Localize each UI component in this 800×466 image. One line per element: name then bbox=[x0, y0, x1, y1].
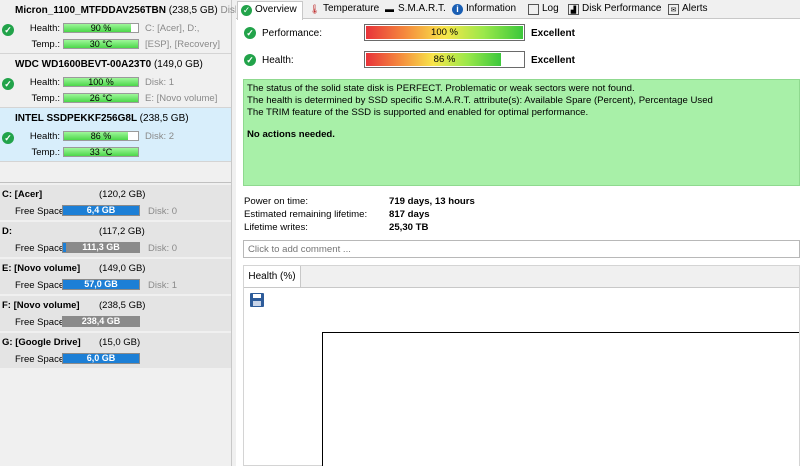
volume-size: (120,2 GB) bbox=[99, 189, 146, 200]
status-line: The health is determined by SSD specific… bbox=[247, 95, 713, 106]
drive-letters: E: [Novo volume] bbox=[145, 93, 218, 104]
smart-icon: ▬ bbox=[385, 4, 394, 14]
disk-item[interactable]: Micron_1100_MTFDDAV256TBN (238,5 GB) Dis… bbox=[0, 0, 251, 54]
power-on-value: 719 days, 13 hours bbox=[389, 196, 475, 207]
check-circle-icon: ✓ bbox=[241, 5, 252, 16]
volume-disk: Disk: 1 bbox=[148, 280, 178, 291]
health-bar: 86 % bbox=[364, 51, 525, 68]
volume-name: G: [Google Drive] bbox=[2, 337, 81, 348]
thermometer-icon: 🌡 bbox=[309, 4, 321, 14]
ok-check-icon: ✓ bbox=[2, 78, 14, 90]
volume-size: (117,2 GB) bbox=[99, 226, 145, 237]
disk-item-selected[interactable]: INTEL SSDPEKKF256G8L (238,5 GB) ✓ Health… bbox=[0, 108, 231, 162]
health-label: Health: bbox=[29, 23, 60, 34]
volume-disk: Disk: 0 bbox=[148, 206, 178, 217]
temp-bar: 30 °C bbox=[63, 39, 139, 49]
free-space-bar: 57,0 GB bbox=[62, 279, 140, 290]
temp-label: Temp.: bbox=[31, 39, 60, 50]
health-label: Health: bbox=[262, 55, 294, 66]
power-on-label: Power on time: bbox=[244, 196, 308, 207]
health-bar: 86 % bbox=[63, 131, 139, 141]
tab-alerts[interactable]: ✉ Alerts bbox=[665, 1, 708, 19]
volume-name: D: bbox=[2, 226, 13, 237]
free-space-bar: 6,0 GB bbox=[62, 353, 140, 364]
tab-temperature[interactable]: 🌡 Temperature bbox=[306, 1, 379, 19]
status-line: The status of the solid state disk is PE… bbox=[247, 83, 635, 94]
comment-input[interactable] bbox=[243, 240, 800, 258]
temp-label: Temp.: bbox=[31, 147, 60, 158]
health-bar: 90 % bbox=[63, 23, 139, 33]
volume-name: C: [Acer] bbox=[2, 189, 43, 200]
disk-number: Disk: 1 bbox=[145, 77, 175, 88]
performance-label: Performance: bbox=[262, 28, 323, 39]
tab-health-chart[interactable]: Health (%) bbox=[244, 266, 301, 287]
disk-title: Micron_1100_MTFDDAV256TBN (238,5 GB) Dis… bbox=[15, 5, 251, 16]
health-label: Health: bbox=[29, 77, 60, 88]
free-space-label: Free Space bbox=[15, 317, 65, 328]
free-space-label: Free Space bbox=[15, 243, 65, 254]
volume-name: F: [Novo volume] bbox=[2, 300, 80, 311]
ok-check-icon: ✓ bbox=[2, 132, 14, 144]
volume-size: (238,5 GB) bbox=[99, 300, 146, 311]
info-icon: i bbox=[452, 4, 463, 15]
disk-item[interactable]: WDC WD1600BEVT-00A23T0 (149,0 GB) ✓ Heal… bbox=[0, 54, 231, 108]
volume-names: [ESP], [Recovery] bbox=[145, 39, 220, 50]
performance-bar: 100 % bbox=[364, 24, 525, 41]
health-label: Health: bbox=[29, 131, 60, 142]
free-space-bar: 111,3 GB bbox=[62, 242, 140, 253]
tab-disk-performance[interactable]: ▟ Disk Performance bbox=[565, 1, 661, 19]
health-ok-icon: ✓ bbox=[244, 54, 256, 66]
lifetime-writes-value: 25,30 TB bbox=[389, 222, 429, 233]
disk-title: INTEL SSDPEKKF256G8L (238,5 GB) bbox=[15, 113, 189, 124]
health-status: Excellent bbox=[531, 55, 575, 66]
free-space-bar: 238,4 GB bbox=[62, 316, 140, 327]
volume-name: E: [Novo volume] bbox=[2, 263, 81, 274]
tab-log[interactable]: Log bbox=[525, 1, 559, 19]
free-space-bar: 6,4 GB bbox=[62, 205, 140, 216]
chart-body bbox=[244, 287, 799, 466]
volume-item[interactable]: D: (117,2 GB) Free Space 111,3 GB Disk: … bbox=[0, 222, 231, 258]
ok-check-icon: ✓ bbox=[2, 24, 14, 36]
log-icon bbox=[528, 4, 539, 15]
volume-item[interactable]: G: [Google Drive] (15,0 GB) Free Space 6… bbox=[0, 333, 231, 369]
disk-number: Disk: 2 bbox=[145, 131, 175, 142]
performance-status: Excellent bbox=[531, 28, 575, 39]
remaining-lifetime-label: Estimated remaining lifetime: bbox=[244, 209, 368, 220]
disk-list-panel: Micron_1100_MTFDDAV256TBN (238,5 GB) Dis… bbox=[0, 0, 251, 466]
tab-information[interactable]: i Information bbox=[449, 1, 516, 19]
volume-size: (149,0 GB) bbox=[99, 263, 146, 274]
free-space-label: Free Space bbox=[15, 206, 65, 217]
drive-letters: C: [Acer], D:, bbox=[145, 23, 200, 34]
health-bar: 100 % bbox=[63, 77, 139, 87]
performance-ok-icon: ✓ bbox=[244, 27, 256, 39]
temp-bar: 33 °C bbox=[63, 147, 139, 157]
volume-item[interactable]: C: [Acer] (120,2 GB) Free Space 6,4 GB D… bbox=[0, 185, 231, 221]
details-panel: ✓ Overview 🌡 Temperature ▬ S.M.A.R.T. i Info… bbox=[236, 0, 800, 466]
save-icon[interactable] bbox=[250, 293, 264, 307]
alerts-icon: ✉ bbox=[668, 4, 679, 15]
free-space-label: Free Space bbox=[15, 280, 65, 291]
status-description: The status of the solid state disk is PE… bbox=[243, 79, 800, 186]
lifetime-writes-label: Lifetime writes: bbox=[244, 222, 308, 233]
volume-item[interactable]: F: [Novo volume] (238,5 GB) Free Space 2… bbox=[0, 296, 231, 332]
panel-divider bbox=[0, 182, 231, 183]
volume-item[interactable]: E: [Novo volume] (149,0 GB) Free Space 5… bbox=[0, 259, 231, 295]
temp-bar: 26 °C bbox=[63, 93, 139, 103]
tab-bar: ✓ Overview 🌡 Temperature ▬ S.M.A.R.T. i Info… bbox=[236, 0, 800, 20]
remaining-lifetime-value: 817 days bbox=[389, 209, 430, 220]
free-space-label: Free Space bbox=[15, 354, 65, 365]
temp-label: Temp.: bbox=[31, 93, 60, 104]
health-plot bbox=[322, 332, 799, 466]
actions-text: No actions needed. bbox=[247, 129, 335, 140]
volume-disk: Disk: 0 bbox=[148, 243, 178, 254]
status-line: The TRIM feature of the SSD is supported… bbox=[247, 107, 589, 118]
volume-size: (15,0 GB) bbox=[99, 337, 141, 348]
tab-overview[interactable]: ✓ Overview bbox=[237, 1, 303, 20]
chart-icon: ▟ bbox=[568, 4, 579, 15]
disk-title: WDC WD1600BEVT-00A23T0 (149,0 GB) bbox=[15, 59, 203, 70]
health-chart-area: Health (%) bbox=[243, 265, 800, 466]
tab-smart[interactable]: ▬ S.M.A.R.T. bbox=[381, 1, 446, 19]
